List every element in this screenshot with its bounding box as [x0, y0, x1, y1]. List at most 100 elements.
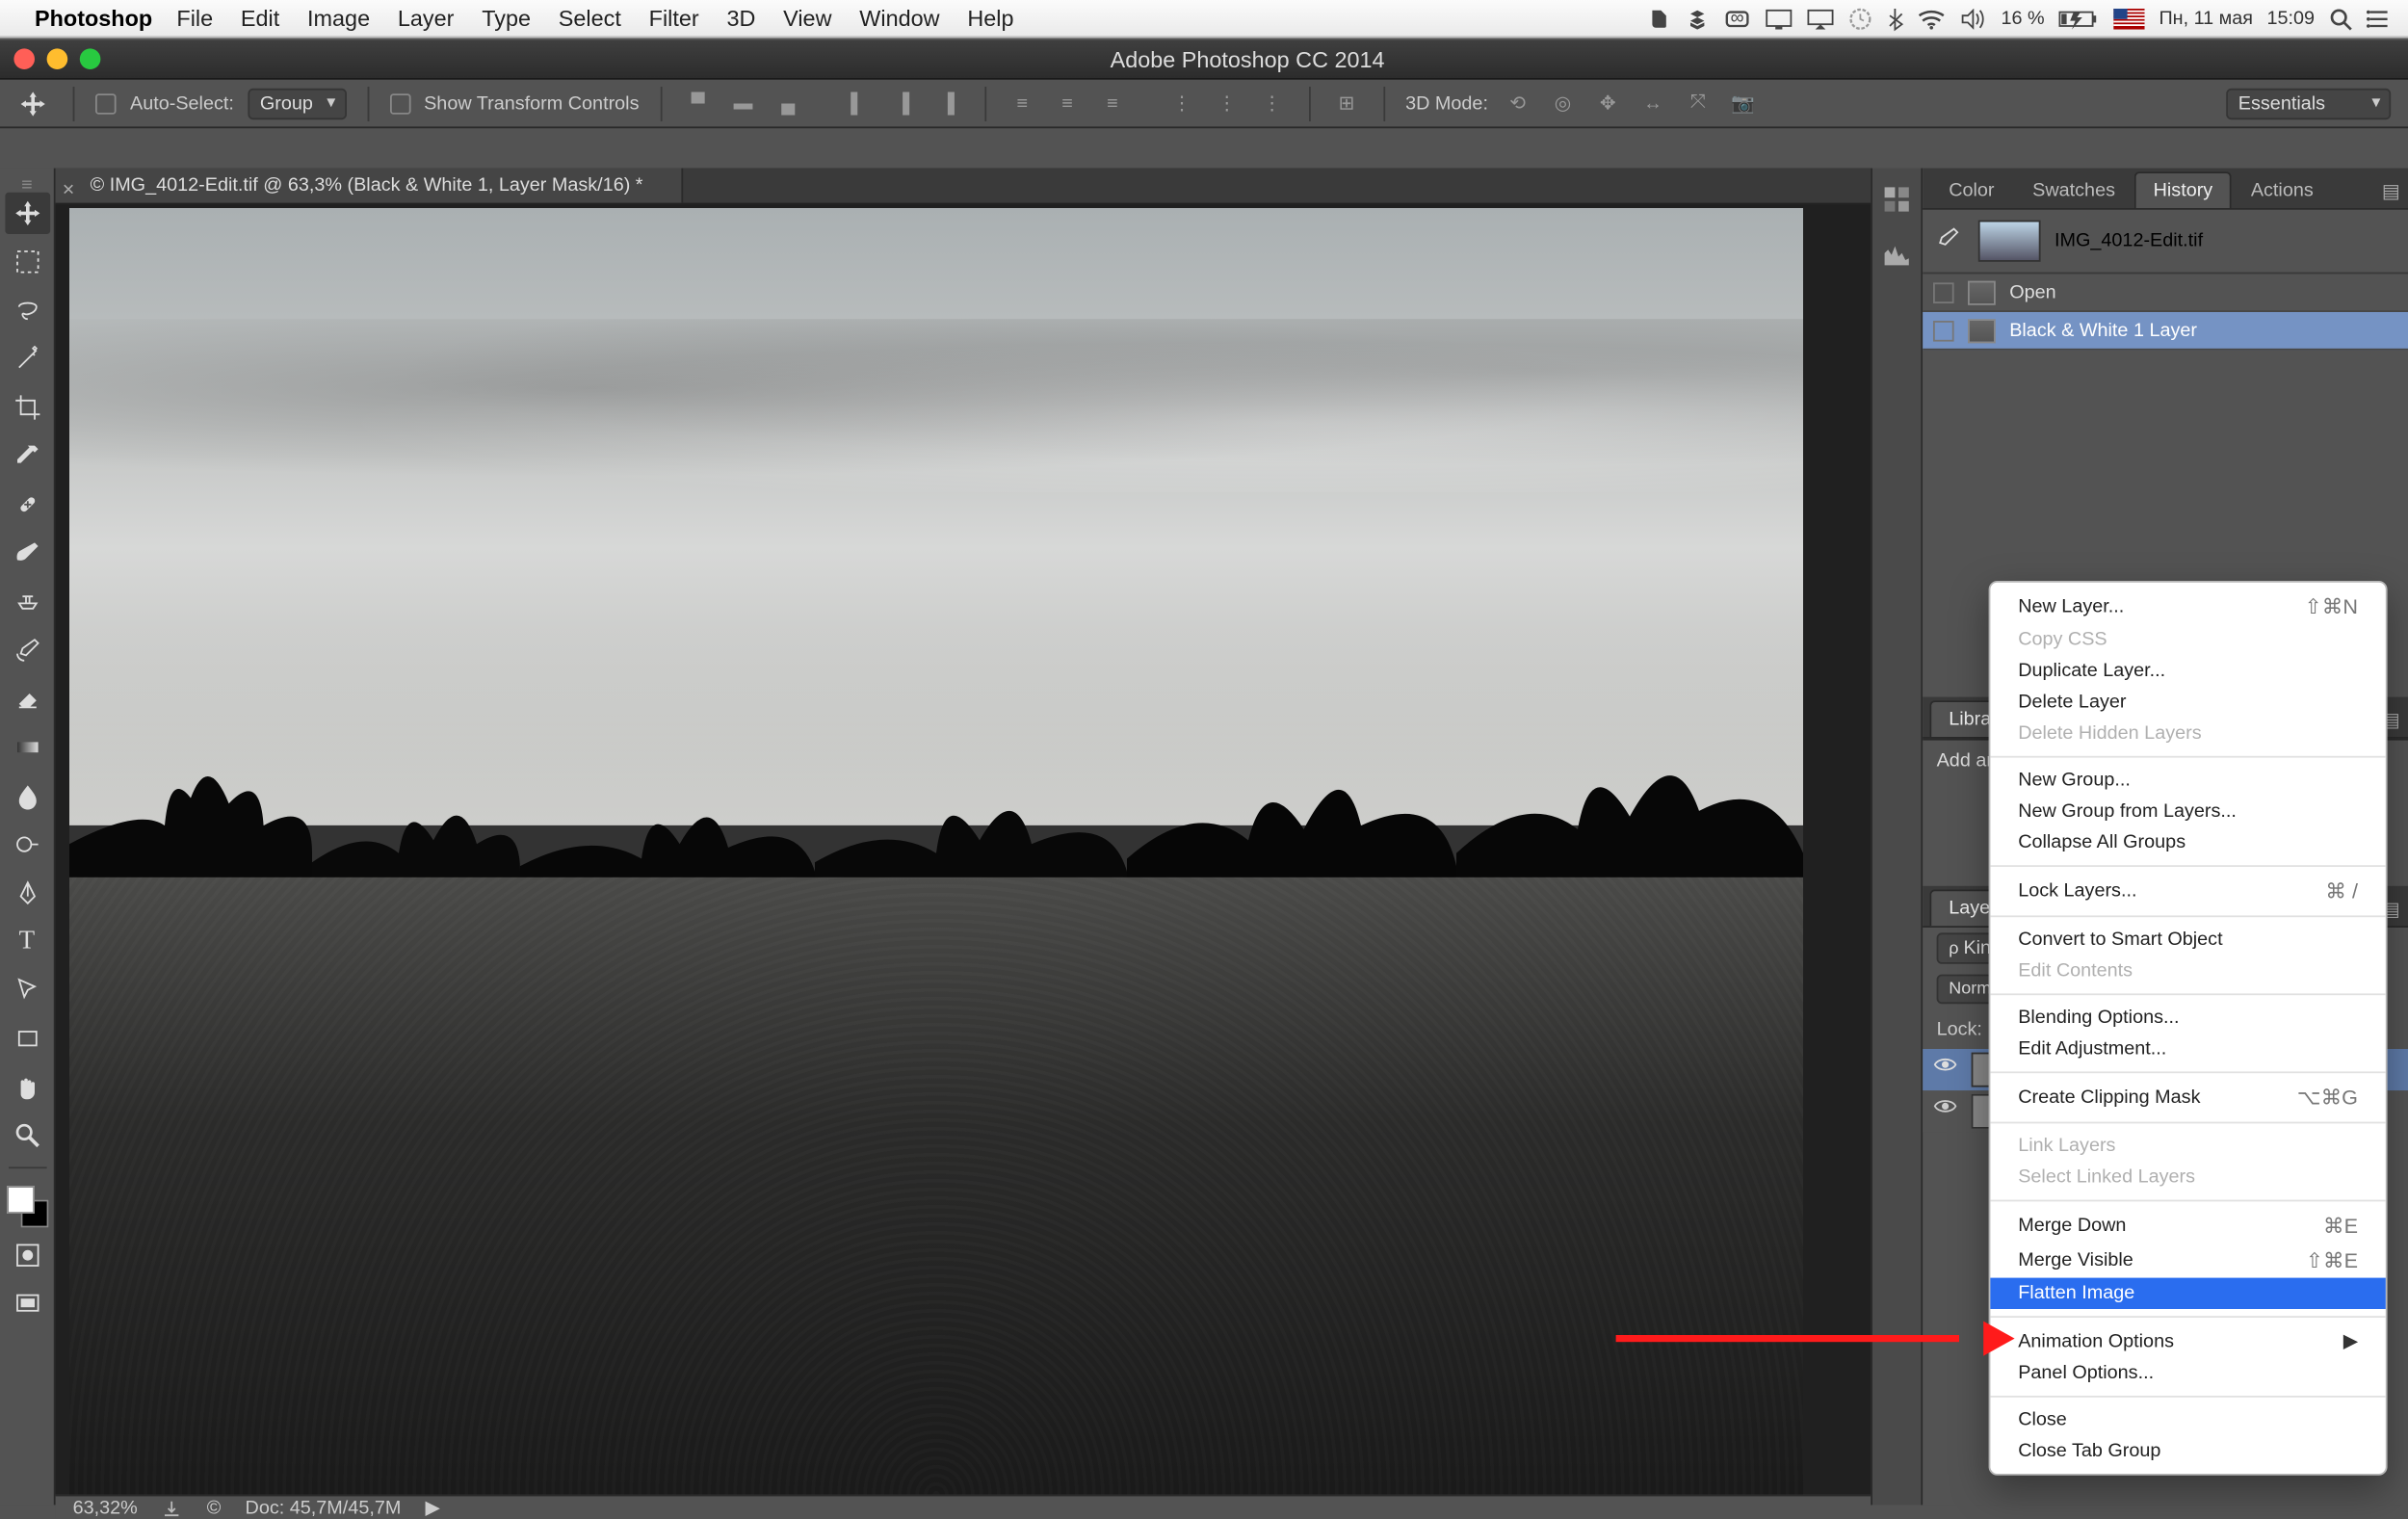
healing-brush-tool[interactable] [5, 484, 50, 525]
align-bottom-button[interactable]: ▄ [772, 88, 803, 118]
menu-merge-visible[interactable]: Merge Visible⇧⌘E [1990, 1244, 2385, 1278]
distribute-bottom-button[interactable]: ≡ [1097, 88, 1128, 118]
zoom-tool[interactable] [5, 1114, 50, 1156]
workspace-select[interactable]: Essentials [2226, 88, 2391, 118]
distribute-vcenter-button[interactable]: ≡ [1052, 88, 1083, 118]
dock-histogram-icon[interactable] [1879, 238, 1914, 273]
bluetooth-icon[interactable] [1887, 6, 1904, 30]
airplay-icon[interactable] [1807, 8, 1835, 29]
menu-new-layer[interactable]: New Layer...⇧⌘N [1990, 589, 2385, 624]
tab-color[interactable]: Color [1929, 171, 2013, 208]
notification-icon[interactable] [2367, 6, 2391, 30]
crop-tool[interactable] [5, 386, 50, 428]
doc-size[interactable]: Doc: 45,7M/45,7M [246, 1497, 402, 1518]
cc-icon[interactable]: ∞ [1724, 6, 1752, 30]
menu-view[interactable]: View [783, 5, 831, 31]
distribute-hcenter-button[interactable]: ⋮ [1211, 88, 1242, 118]
menu-select[interactable]: Select [559, 5, 621, 31]
history-row[interactable]: Open [1923, 274, 2408, 312]
history-brush-icon[interactable] [1933, 225, 1964, 256]
menu-new-group-from-layers[interactable]: New Group from Layers... [1990, 796, 2385, 826]
menu-create-clipping-mask[interactable]: Create Clipping Mask⌥⌘G [1990, 1080, 2385, 1114]
menu-type[interactable]: Type [482, 5, 531, 31]
wifi-icon[interactable] [1918, 8, 1946, 29]
menu-duplicate-layer[interactable]: Duplicate Layer... [1990, 655, 2385, 686]
menu-delete-layer[interactable]: Delete Layer [1990, 687, 2385, 718]
3d-roll-button[interactable]: ◎ [1547, 88, 1578, 118]
close-window-button[interactable] [13, 48, 35, 69]
move-tool[interactable] [5, 193, 50, 234]
type-tool[interactable]: T [5, 921, 50, 962]
3d-pan-button[interactable]: ✥ [1592, 88, 1623, 118]
tab-history[interactable]: History [2134, 171, 2232, 208]
quick-mask-tool[interactable] [5, 1235, 50, 1276]
move-tool-icon[interactable] [13, 84, 52, 122]
layer-visibility-icon[interactable] [1933, 1097, 1961, 1125]
canvas-viewport[interactable]: /* decorative */ [56, 204, 1871, 1494]
menu-flatten-image[interactable]: Flatten Image [1990, 1278, 2385, 1309]
dock-swatches-icon[interactable] [1879, 182, 1914, 217]
time[interactable]: 15:09 [2266, 8, 2315, 29]
clone-stamp-tool[interactable] [5, 581, 50, 622]
eyedropper-tool[interactable] [5, 435, 50, 477]
eraser-tool[interactable] [5, 678, 50, 720]
tab-actions[interactable]: Actions [2232, 171, 2333, 208]
app-name[interactable]: Photoshop [35, 5, 152, 31]
auto-select-type-select[interactable]: Group [248, 88, 346, 118]
magic-wand-tool[interactable] [5, 338, 50, 380]
display-icon[interactable] [1766, 8, 1793, 29]
document-tab[interactable]: × © IMG_4012-Edit.tif @ 63,3% (Black & W… [56, 169, 683, 203]
show-transform-checkbox[interactable] [389, 92, 410, 114]
marquee-tool[interactable] [5, 241, 50, 282]
menu-image[interactable]: Image [307, 5, 370, 31]
align-hcenter-button[interactable]: ▐ [887, 88, 918, 118]
menu-animation-options[interactable]: Animation Options▶ [1990, 1324, 2385, 1357]
menu-close[interactable]: Close [1990, 1404, 2385, 1435]
history-checkbox[interactable] [1933, 320, 1954, 341]
menu-collapse-groups[interactable]: Collapse All Groups [1990, 827, 2385, 858]
tab-swatches[interactable]: Swatches [2013, 171, 2133, 208]
menu-lock-layers[interactable]: Lock Layers...⌘ / [1990, 874, 2385, 908]
distribute-right-button[interactable]: ⋮ [1256, 88, 1287, 118]
3d-camera-button[interactable]: 📷 [1727, 88, 1758, 118]
canvas-image[interactable]: /* decorative */ [69, 208, 1803, 1495]
align-left-button[interactable]: ▌ [842, 88, 873, 118]
menu-help[interactable]: Help [967, 5, 1013, 31]
brush-tool[interactable] [5, 533, 50, 574]
menu-merge-down[interactable]: Merge Down⌘E [1990, 1209, 2385, 1244]
menu-convert-smart-object[interactable]: Convert to Smart Object [1990, 924, 2385, 955]
align-top-button[interactable]: ▀ [682, 88, 713, 118]
hand-tool[interactable] [5, 1066, 50, 1108]
blur-tool[interactable] [5, 775, 50, 817]
dropbox-icon[interactable] [1686, 6, 1710, 30]
zoom-window-button[interactable] [80, 48, 101, 69]
menu-close-tab-group[interactable]: Close Tab Group [1990, 1435, 2385, 1466]
history-brush-tool[interactable] [5, 629, 50, 670]
history-checkbox[interactable] [1933, 282, 1954, 303]
date[interactable]: Пн, 11 мая [2159, 8, 2253, 29]
3d-slide-button[interactable]: ↔ [1637, 88, 1668, 118]
lasso-tool[interactable] [5, 290, 50, 331]
menu-edit-adjustment[interactable]: Edit Adjustment... [1990, 1034, 2385, 1064]
foreground-color-swatch[interactable] [6, 1186, 34, 1214]
history-snapshot-thumb[interactable] [1978, 221, 2041, 262]
menu-panel-options[interactable]: Panel Options... [1990, 1357, 2385, 1388]
panel-menu-icon[interactable]: ▤ [2373, 173, 2408, 208]
menu-3d[interactable]: 3D [726, 5, 755, 31]
menu-blending-options[interactable]: Blending Options... [1990, 1002, 2385, 1033]
layer-visibility-icon[interactable] [1933, 1056, 1961, 1084]
battery-icon[interactable] [2058, 8, 2100, 29]
spotlight-icon[interactable] [2328, 6, 2352, 30]
rectangle-tool[interactable] [5, 1018, 50, 1060]
3d-rotate-button[interactable]: ⟲ [1502, 88, 1532, 118]
volume-icon[interactable] [1959, 8, 1987, 29]
align-right-button[interactable]: ▐ [932, 88, 963, 118]
color-swatches[interactable] [6, 1186, 47, 1227]
path-selection-tool[interactable] [5, 969, 50, 1010]
zoom-level[interactable]: 63,32% [73, 1497, 138, 1518]
menu-edit[interactable]: Edit [241, 5, 279, 31]
distribute-left-button[interactable]: ⋮ [1166, 88, 1197, 118]
menu-layer[interactable]: Layer [398, 5, 455, 31]
minimize-window-button[interactable] [47, 48, 68, 69]
auto-align-button[interactable]: ⊞ [1331, 88, 1362, 118]
